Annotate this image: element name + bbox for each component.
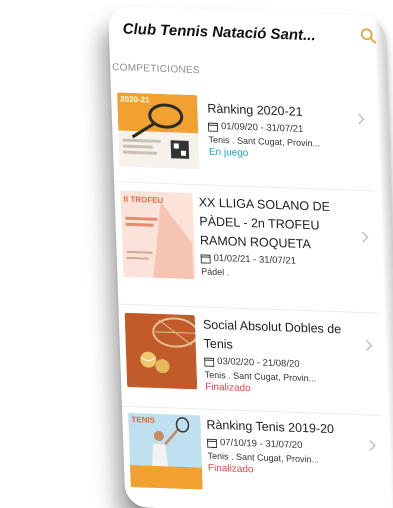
section-label: COMPETICIONES [111, 62, 201, 77]
date-range: 01/09/20 - 31/07/21 [220, 121, 304, 135]
competition-name: XX LLIGA SOLANO DE PÀDEL - 2n TROFEU RAM… [198, 195, 331, 252]
thumbnail-caption: TENIS [131, 415, 156, 425]
app-header: Club Tennis Natació Sant... [122, 15, 378, 52]
competition-thumbnail: II TROFEU [120, 190, 196, 280]
date-range: 07/10/19 - 31/07/20 [219, 437, 303, 452]
calendar-icon [206, 438, 218, 448]
calendar-icon [207, 122, 219, 132]
competition-info: Rànking Tenis 2019-20 07/10/19 - 31/07/2… [206, 416, 363, 480]
competition-info: Rànking 2020-21 01/09/20 - 31/07/21 Teni… [207, 100, 359, 163]
date-range: 03/02/20 - 21/08/20 [217, 356, 300, 370]
calendar-icon [204, 357, 215, 367]
chevron-right-icon [361, 231, 369, 243]
tennis-player-image [128, 412, 203, 490]
chevron-right-icon [369, 439, 376, 451]
competition-name: Social Absolut Dobles de Tenis [202, 317, 342, 352]
competition-thumbnail [124, 312, 198, 390]
competition-thumbnail: TENIS [128, 412, 203, 490]
thumbnail-caption: II TROFEU [123, 194, 164, 206]
competition-item[interactable]: Social Absolut Dobles de Tenis 03/02/20 … [118, 306, 382, 416]
calendar-icon [200, 253, 211, 264]
competition-name: Rànking 2020-21 [207, 101, 303, 119]
competition-item[interactable]: TENIS Rànking Tenis 2019-20 07/10/19 - 3… [122, 409, 385, 508]
competition-item[interactable]: II TROFEU XX LLIGA SOLANO DE PÀDEL - 2n … [114, 184, 379, 314]
chevron-right-icon [365, 339, 373, 351]
competition-item[interactable]: 2020-21 Rànking 2020-21 01/09/20 - 31/07… [110, 86, 374, 192]
competition-location: Pádel . [200, 266, 230, 278]
competition-thumbnail: 2020-21 [116, 92, 200, 170]
tennis-racket-image [116, 92, 199, 159]
competition-info: XX LLIGA SOLANO DE PÀDEL - 2n TROFEU RAM… [198, 193, 351, 281]
app-title: Club Tennis Natació Sant... [122, 20, 316, 44]
chevron-right-icon [357, 113, 365, 125]
thumbnail-caption: 2020-21 [120, 94, 150, 105]
competition-info: Social Absolut Dobles de Tenis 03/02/20 … [203, 315, 361, 398]
tennis-balls-image [124, 312, 198, 390]
date-range: 01/02/21 - 31/07/21 [213, 252, 297, 267]
phone-screen: Club Tennis Natació Sant... COMPETICIONE… [108, 6, 393, 508]
search-icon[interactable] [359, 27, 378, 46]
mockup-stage: Club Tennis Natació Sant... COMPETICIONE… [0, 0, 393, 508]
competition-name: Rànking Tenis 2019-20 [206, 417, 335, 437]
